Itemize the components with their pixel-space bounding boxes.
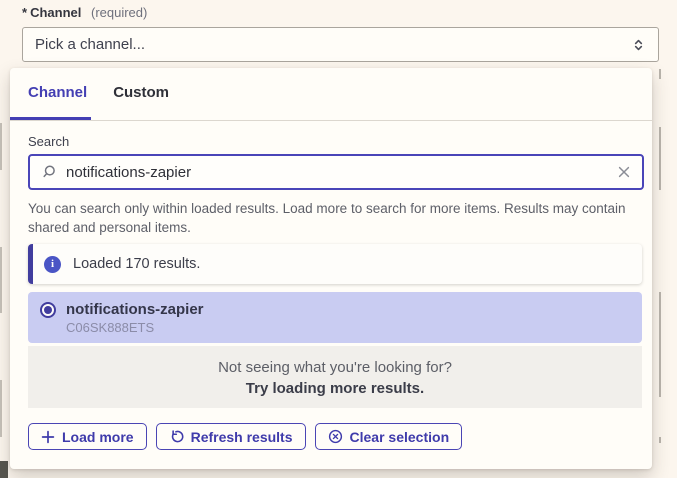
hint-line-2: Try loading more results. [28, 378, 642, 399]
tab-channel[interactable]: Channel [10, 68, 91, 120]
radio-selected-icon[interactable] [40, 302, 56, 318]
clear-selection-label: Clear selection [350, 429, 450, 445]
select-updown-icon [631, 37, 646, 53]
select-placeholder: Pick a channel... [35, 36, 631, 53]
required-note: (required) [91, 5, 147, 20]
clear-circle-icon [328, 429, 343, 444]
refresh-results-label: Refresh results [191, 429, 293, 445]
channel-field-label: *Channel (required) [22, 5, 147, 20]
channel-picker-screen: *Channel (required) Pick a channel... Ch… [0, 0, 677, 478]
search-label: Search [28, 134, 69, 149]
refresh-results-button[interactable]: Refresh results [156, 423, 306, 450]
background-field-border-fragment [0, 380, 2, 437]
tab-custom[interactable]: Custom [109, 68, 173, 120]
search-input[interactable] [66, 164, 617, 181]
field-label-text: Channel [30, 5, 81, 20]
background-field-border-fragment [659, 292, 661, 397]
dropdown-tabs: Channel Custom [10, 68, 652, 121]
search-help-text: You can search only within loaded result… [28, 199, 636, 237]
channel-picker-dropdown: Channel Custom Search You can search onl… [10, 68, 652, 469]
channel-select[interactable]: Pick a channel... [22, 27, 659, 62]
search-input-wrapper [28, 154, 644, 190]
background-element-fragment [0, 461, 8, 478]
info-banner-text: Loaded 170 results. [73, 256, 200, 272]
info-banner-accent-bar [28, 244, 33, 284]
load-more-hint: Not seeing what you're looking for? Try … [28, 346, 642, 408]
hint-line-1: Not seeing what you're looking for? [28, 357, 642, 378]
background-field-border-fragment [0, 247, 2, 313]
clear-selection-button[interactable]: Clear selection [315, 423, 463, 450]
result-channel-id: C06SK888ETS [66, 319, 204, 336]
clear-search-icon[interactable] [617, 165, 631, 179]
tab-custom-label: Custom [113, 84, 169, 101]
load-more-label: Load more [62, 429, 134, 445]
result-item-notifications-zapier[interactable]: notifications-zapier C06SK888ETS [28, 292, 642, 343]
dropdown-actions: Load more Refresh results Clear selectio… [28, 423, 462, 450]
refresh-icon [169, 429, 184, 444]
background-field-border-fragment [659, 437, 661, 443]
search-icon [41, 164, 57, 180]
info-banner: i Loaded 170 results. [28, 244, 642, 284]
result-title: notifications-zapier [66, 300, 204, 319]
load-more-button[interactable]: Load more [28, 423, 147, 450]
plus-icon [41, 430, 55, 444]
background-field-border-fragment [659, 127, 661, 190]
tab-channel-label: Channel [28, 84, 87, 101]
background-field-border-fragment [659, 69, 661, 79]
info-icon: i [44, 256, 61, 273]
required-asterisk: * [22, 5, 27, 20]
background-field-border-fragment [0, 123, 2, 170]
